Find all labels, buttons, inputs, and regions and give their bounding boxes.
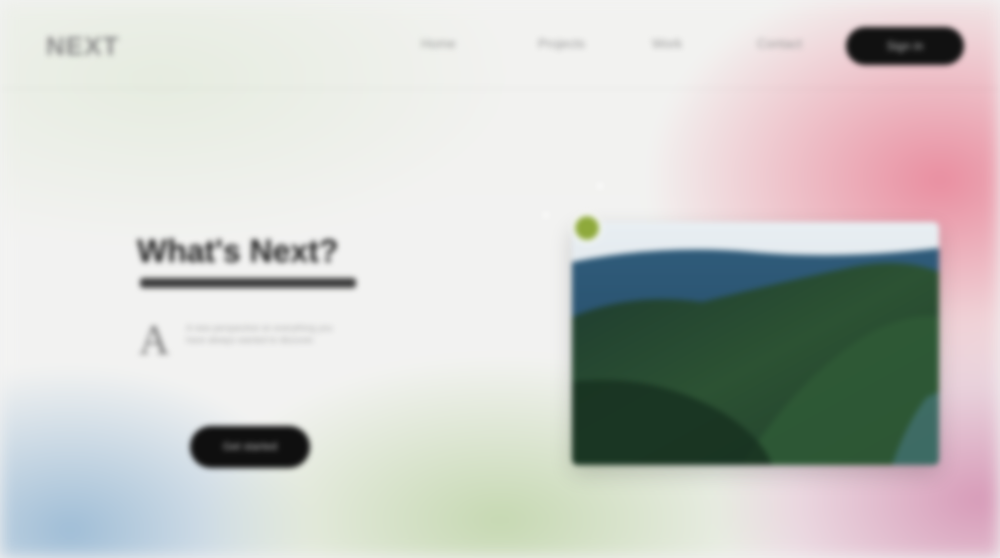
decorative-dot: [597, 183, 603, 189]
decorative-dot: [543, 212, 549, 218]
site-logo[interactable]: NEXT: [46, 31, 119, 62]
page: NEXT Home Projects Work Contact Sign in …: [0, 0, 1000, 558]
mountain-forest-image: [572, 222, 939, 465]
green-status-dot: [575, 216, 599, 240]
hero-title: What's Next?: [137, 233, 339, 269]
nav-link-work[interactable]: Work: [652, 36, 682, 51]
top-nav: NEXT Home Projects Work Contact Sign in: [0, 0, 1000, 89]
drop-cap-letter: A: [139, 318, 170, 364]
nav-signin-button[interactable]: Sign in: [846, 27, 964, 65]
nav-link-projects[interactable]: Projects: [538, 36, 585, 51]
nav-link-home[interactable]: Home: [421, 36, 456, 51]
hero-cta-button[interactable]: Get started: [190, 426, 310, 468]
nav-link-contact[interactable]: Contact: [757, 36, 802, 51]
landscape-image-card: [572, 222, 939, 465]
title-underline: [140, 278, 356, 288]
hero-description: A new perspective on everything you have…: [186, 323, 333, 345]
